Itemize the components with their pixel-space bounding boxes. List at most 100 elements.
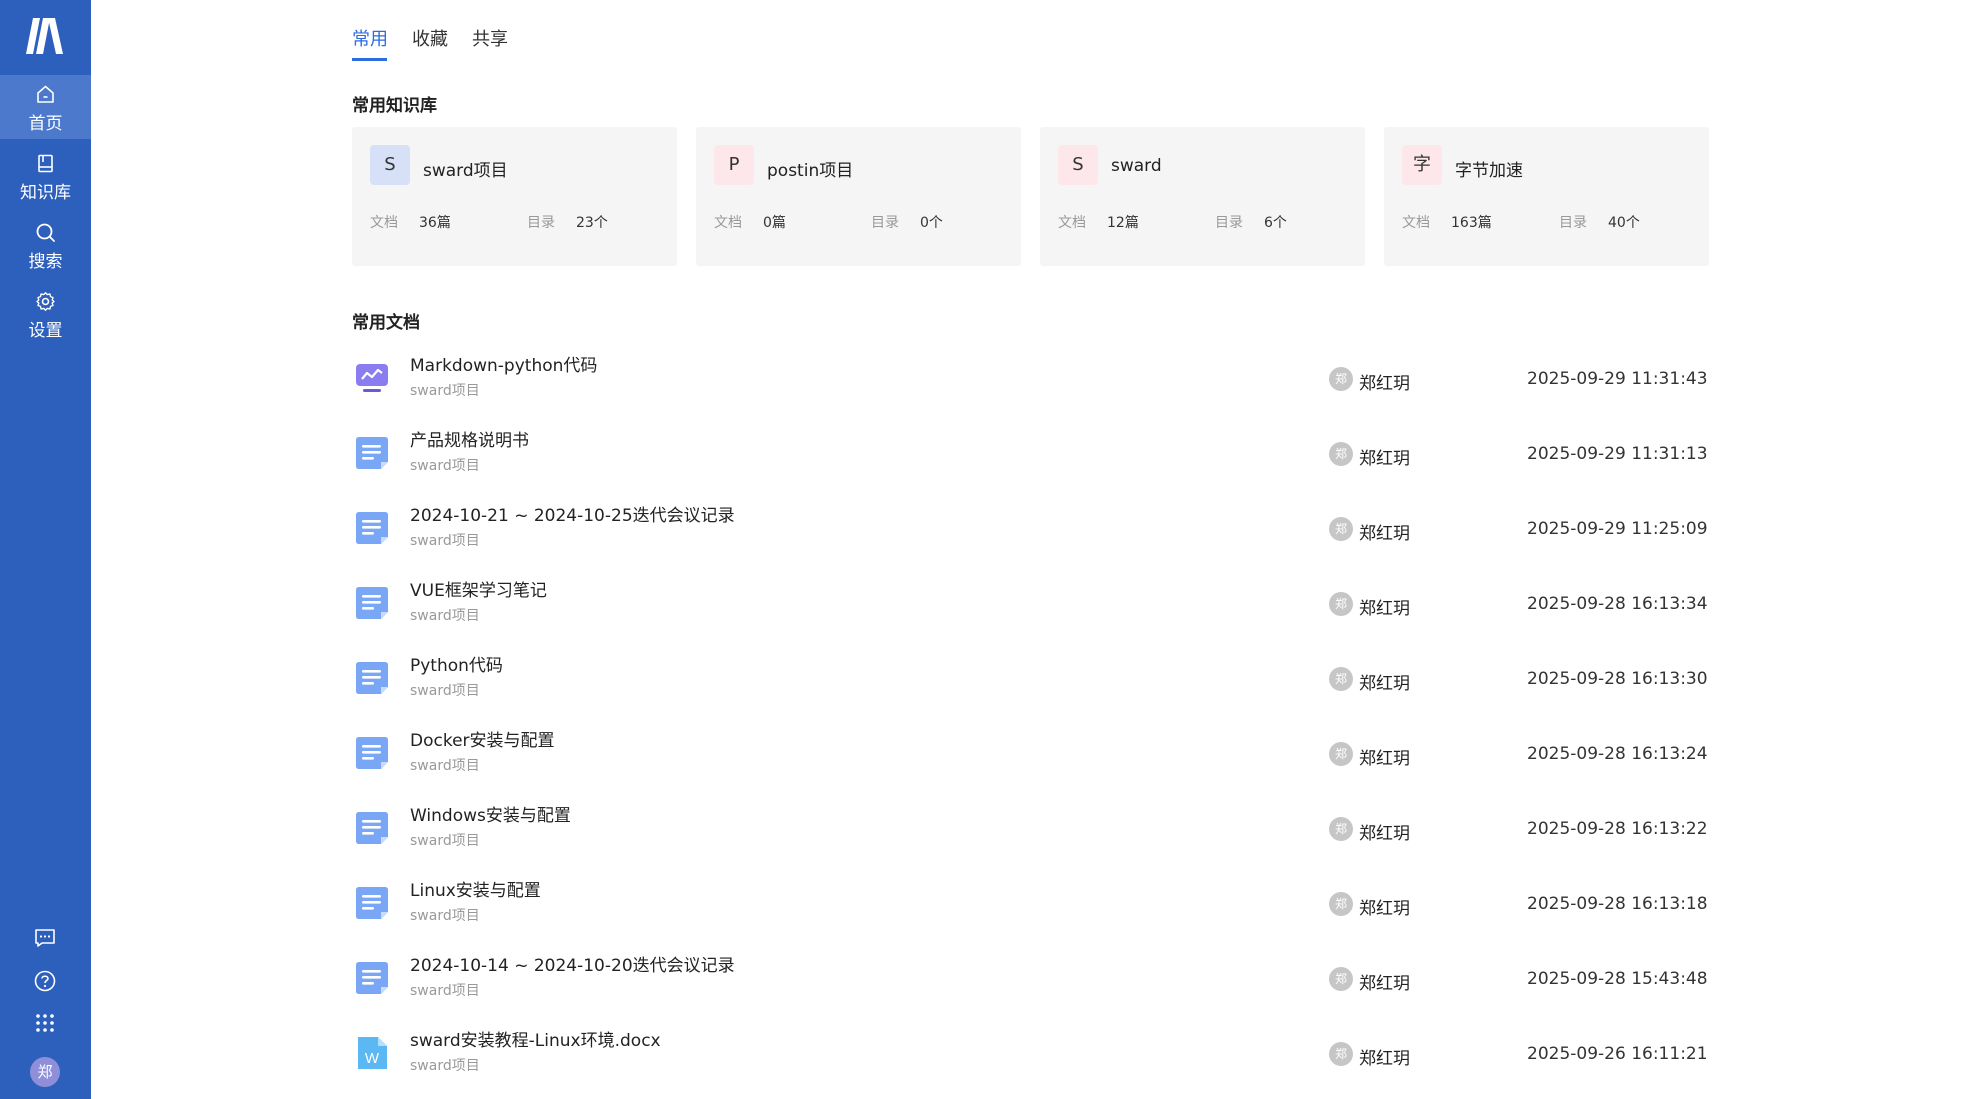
- doc-repo: sward项目: [410, 1058, 480, 1074]
- doc-row[interactable]: Python代码 sward项目 郑 郑红玥 2025-09-28 16:13:…: [352, 645, 1708, 720]
- nav-home[interactable]: 首页: [0, 75, 91, 139]
- doc-count: 12篇: [1107, 215, 1139, 231]
- author-avatar: 郑: [1329, 367, 1353, 391]
- tab-frequent[interactable]: 常用: [352, 25, 388, 51]
- nav-home-label: 首页: [28, 114, 63, 134]
- doc-title[interactable]: 2024-10-21 ~ 2024-10-25迭代会议记录: [410, 501, 735, 526]
- doc-title[interactable]: 产品规格说明书: [410, 426, 529, 451]
- doc-count-label: 文档: [370, 215, 398, 231]
- document-icon: [356, 962, 388, 994]
- author-avatar: 郑: [1329, 1042, 1353, 1066]
- repo-avatar: S: [1058, 145, 1098, 185]
- nav-settings[interactable]: 设置: [0, 282, 91, 346]
- doc-row[interactable]: VUE框架学习笔记 sward项目 郑 郑红玥 2025-09-28 16:13…: [352, 570, 1708, 645]
- doc-repo: sward项目: [410, 983, 480, 999]
- doc-row[interactable]: W sward安装教程-Linux环境.docx sward项目 郑 郑红玥 2…: [352, 1020, 1708, 1095]
- nav-search-label: 搜索: [28, 252, 63, 272]
- sidebar: 首页 知识库 搜索 设置 郑: [0, 0, 91, 1099]
- document-icon: [356, 887, 388, 919]
- author-avatar: 郑: [1329, 892, 1353, 916]
- doc-repo: sward项目: [410, 758, 480, 774]
- repo-card[interactable]: S sward 文档 12篇 目录 6个: [1040, 127, 1365, 266]
- word-file-icon: W: [358, 1037, 387, 1069]
- doc-repo: sward项目: [410, 533, 480, 549]
- doc-row[interactable]: 2024-10-21 ~ 2024-10-25迭代会议记录 sward项目 郑 …: [352, 495, 1708, 570]
- doc-time: 2025-09-28 16:13:22: [1527, 819, 1708, 839]
- doc-author: 郑红玥: [1359, 749, 1410, 769]
- doc-repo: sward项目: [410, 608, 480, 624]
- logo-icon[interactable]: [0, 10, 91, 70]
- repo-avatar: P: [714, 145, 754, 185]
- docs-section-title: 常用文档: [352, 313, 420, 333]
- document-icon: [356, 812, 388, 844]
- dir-count-label: 目录: [1215, 215, 1243, 231]
- doc-time: 2025-09-28 15:43:48: [1527, 969, 1708, 989]
- message-icon[interactable]: [33, 926, 57, 950]
- doc-title[interactable]: Python代码: [410, 651, 503, 676]
- doc-repo: sward项目: [410, 833, 480, 849]
- doc-count: 163篇: [1451, 215, 1492, 231]
- doc-title[interactable]: VUE框架学习笔记: [410, 576, 547, 601]
- search-icon: [36, 223, 55, 242]
- repo-avatar: 字: [1402, 145, 1442, 185]
- nav-knowledge-base-label: 知识库: [20, 183, 71, 203]
- doc-author: 郑红玥: [1359, 449, 1410, 469]
- nav-knowledge-base[interactable]: 知识库: [0, 144, 91, 208]
- repo-name: postin项目: [767, 161, 854, 181]
- doc-count-label: 文档: [1058, 215, 1086, 231]
- apps-grid-icon[interactable]: [33, 1011, 57, 1035]
- repo-name: sward: [1111, 156, 1162, 176]
- doc-repo: sward项目: [410, 908, 480, 924]
- dir-count-label: 目录: [871, 215, 899, 231]
- author-avatar: 郑: [1329, 442, 1353, 466]
- doc-title[interactable]: Linux安装与配置: [410, 876, 541, 901]
- doc-title[interactable]: Docker安装与配置: [410, 726, 555, 751]
- doc-row[interactable]: Linux安装与配置 sward项目 郑 郑红玥 2025-09-28 16:1…: [352, 870, 1708, 945]
- user-avatar[interactable]: 郑: [30, 1057, 60, 1087]
- doc-author: 郑红玥: [1359, 524, 1410, 544]
- author-avatar: 郑: [1329, 742, 1353, 766]
- doc-author: 郑红玥: [1359, 899, 1410, 919]
- repo-name: 字节加速: [1455, 161, 1523, 181]
- nav-settings-label: 设置: [28, 321, 63, 341]
- help-icon[interactable]: [33, 969, 57, 993]
- doc-title[interactable]: sward安装教程-Linux环境.docx: [410, 1026, 661, 1051]
- tab-shared[interactable]: 共享: [472, 25, 508, 51]
- doc-author: 郑红玥: [1359, 1049, 1410, 1069]
- repo-name: sward项目: [423, 161, 508, 181]
- doc-row[interactable]: Docker安装与配置 sward项目 郑 郑红玥 2025-09-28 16:…: [352, 720, 1708, 795]
- doc-row[interactable]: Markdown-python代码 sward项目 郑 郑红玥 2025-09-…: [352, 345, 1708, 420]
- doc-time: 2025-09-28 16:13:30: [1527, 669, 1708, 689]
- home-icon: [37, 85, 54, 103]
- dir-count: 23个: [576, 215, 608, 231]
- doc-author: 郑红玥: [1359, 974, 1410, 994]
- dir-count: 40个: [1608, 215, 1640, 231]
- author-avatar: 郑: [1329, 517, 1353, 541]
- book-icon: [38, 154, 53, 173]
- tab-favorites[interactable]: 收藏: [412, 25, 448, 51]
- doc-title[interactable]: Markdown-python代码: [410, 351, 597, 376]
- repo-card[interactable]: P postin项目 文档 0篇 目录 0个: [696, 127, 1021, 266]
- doc-author: 郑红玥: [1359, 374, 1410, 394]
- nav-search[interactable]: 搜索: [0, 213, 91, 277]
- author-avatar: 郑: [1329, 967, 1353, 991]
- doc-time: 2025-09-26 16:11:21: [1527, 1044, 1708, 1064]
- repo-card[interactable]: 字 字节加速 文档 163篇 目录 40个: [1384, 127, 1709, 266]
- doc-row[interactable]: Windows安装与配置 sward项目 郑 郑红玥 2025-09-28 16…: [352, 795, 1708, 870]
- dir-count: 6个: [1264, 215, 1287, 231]
- doc-time: 2025-09-29 11:31:43: [1527, 369, 1708, 389]
- doc-row[interactable]: 产品规格说明书 sward项目 郑 郑红玥 2025-09-29 11:31:1…: [352, 420, 1708, 495]
- gear-icon: [36, 292, 55, 311]
- doc-repo: sward项目: [410, 383, 480, 399]
- repos-section-title: 常用知识库: [352, 96, 437, 116]
- document-icon: [356, 737, 388, 769]
- repo-card[interactable]: S sward项目 文档 36篇 目录 23个: [352, 127, 677, 266]
- doc-row[interactable]: 2024-10-14 ~ 2024-10-20迭代会议记录 sward项目 郑 …: [352, 945, 1708, 1020]
- doc-count: 36篇: [419, 215, 451, 231]
- repo-avatar: S: [370, 145, 410, 185]
- doc-time: 2025-09-29 11:31:13: [1527, 444, 1708, 464]
- markdown-icon: [356, 364, 388, 392]
- doc-title[interactable]: 2024-10-14 ~ 2024-10-20迭代会议记录: [410, 951, 735, 976]
- doc-author: 郑红玥: [1359, 674, 1410, 694]
- doc-title[interactable]: Windows安装与配置: [410, 801, 571, 826]
